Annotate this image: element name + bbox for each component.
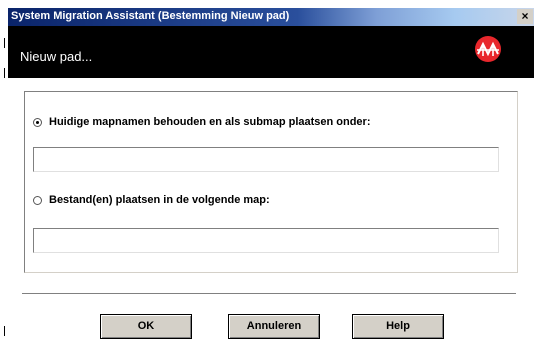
option-keep-folders[interactable]: Huidige mapnamen behouden en als submap … — [33, 116, 371, 128]
dialog-header: Nieuw pad... — [8, 26, 534, 78]
option-place-files-label: Bestand(en) plaatsen in de volgende map: — [49, 194, 270, 206]
keep-folders-path-input[interactable] — [33, 147, 499, 172]
radio-place-files-icon[interactable] — [33, 195, 42, 205]
option-place-files[interactable]: Bestand(en) plaatsen in de volgende map: — [33, 194, 270, 206]
edge-mark — [4, 38, 5, 48]
close-button[interactable]: × — [517, 9, 533, 24]
place-files-path-input[interactable] — [33, 228, 499, 253]
edge-mark — [4, 326, 5, 336]
help-button[interactable]: Help — [352, 314, 444, 339]
close-icon: × — [521, 9, 529, 23]
smart-migration-logo-icon — [475, 36, 501, 62]
window-title: System Migration Assistant (Bestemming N… — [11, 10, 290, 22]
cancel-button[interactable]: Annuleren — [228, 314, 320, 339]
window-edge-marks — [0, 8, 8, 356]
edge-mark — [4, 68, 5, 78]
option-keep-folders-label: Huidige mapnamen behouden en als submap … — [49, 116, 371, 128]
ok-button[interactable]: OK — [100, 314, 192, 339]
radio-keep-folders-icon[interactable] — [33, 117, 42, 127]
options-panel: Huidige mapnamen behouden en als submap … — [24, 91, 518, 273]
header-title: Nieuw pad... — [20, 49, 93, 64]
title-bar[interactable]: System Migration Assistant (Bestemming N… — [8, 8, 534, 26]
button-separator — [22, 293, 516, 295]
